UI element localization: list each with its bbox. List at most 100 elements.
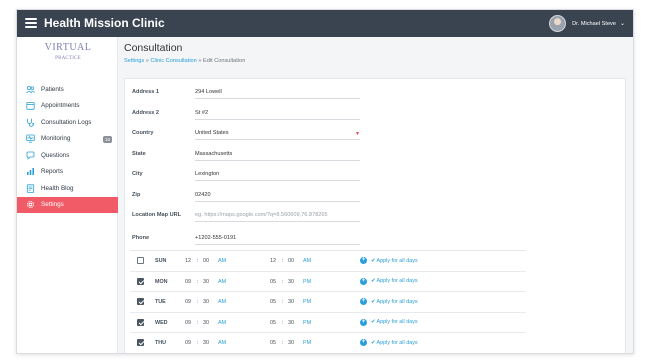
to-hour[interactable]: 05 [270,340,276,346]
day-label: MON [155,278,168,285]
city-field[interactable]: Lexington [195,171,360,181]
to-ampm[interactable]: AM [303,258,311,264]
to-minute[interactable]: 30 [288,279,294,285]
from-hour[interactable]: 09 [185,340,191,346]
apply-all-button[interactable]: + ✔ Apply for all days [360,277,418,285]
apply-all-label: Apply for all days [376,319,418,325]
from-hour[interactable]: 12 [185,258,191,264]
sidebar-item-reports[interactable]: Reports [17,164,118,181]
from-minute[interactable]: 00 [203,258,209,264]
address2-field[interactable]: St #2 [195,110,360,120]
day-checkbox[interactable] [137,257,144,264]
to-ampm[interactable]: PM [303,340,311,346]
breadcrumb-clinic-consultation[interactable]: Clinic Consultation [150,58,196,64]
to-minute[interactable]: 00 [288,258,294,264]
address2-label: Address 2 [132,109,160,116]
chat-icon [26,151,35,160]
to-ampm[interactable]: PM [303,299,311,305]
sidebar-nav: Patients Appointments Consultation Logs … [17,81,118,213]
sidebar-item-label: Monitoring [41,135,71,143]
from-hour[interactable]: 09 [185,279,191,285]
to-ampm[interactable]: PM [303,320,311,326]
address1-row: Address 1 294 Lowell [125,89,425,109]
from-minute[interactable]: 30 [203,320,209,326]
check-icon: ✔ [371,298,376,305]
to-hour[interactable]: 05 [270,279,276,285]
sidebar-item-health-blog[interactable]: Health Blog [17,180,118,197]
from-hour[interactable]: 09 [185,320,191,326]
sidebar-item-patients[interactable]: Patients [17,81,118,98]
from-minute[interactable]: 30 [203,279,209,285]
page-title: Consultation [124,42,183,54]
from-ampm[interactable]: AM [218,279,226,285]
plus-icon: + [360,318,367,326]
sidebar-item-label: Appointments [41,102,80,110]
apply-all-label: Apply for all days [376,257,418,264]
to-hour[interactable]: 05 [270,320,276,326]
time-separator: : [197,258,199,264]
to-ampm[interactable]: PM [303,279,311,285]
city-label: City [132,171,143,177]
apply-all-button[interactable]: + ✔ Apply for all days [360,257,418,264]
schedule-row-wed: WED 09 : 30 AM 05 : 30 PM + ✔ Apply for al… [130,313,526,333]
from-ampm[interactable]: AM [218,320,226,326]
from-hour[interactable]: 09 [185,299,191,305]
from-ampm[interactable]: AM [218,299,226,305]
to-minute[interactable]: 30 [288,320,294,326]
day-checkbox[interactable] [137,298,144,305]
sidebar-item-questions[interactable]: Questions [17,147,118,164]
sidebar-item-label: Patients [41,85,64,93]
day-label: WED [155,319,168,326]
reports-icon [26,167,35,176]
apply-all-button[interactable]: + ✔ Apply for all days [360,298,418,305]
check-icon: ✔ [371,339,376,346]
logo: VIRTUAL PRACTICE [42,43,94,64]
address1-label: Address 1 [132,89,160,95]
zip-label: Zip [132,191,141,198]
day-checkbox[interactable] [137,318,144,326]
breadcrumb-settings[interactable]: Settings [124,58,144,64]
phone-field[interactable]: +1202-555-0191 [195,235,360,245]
sidebar-item-appointments[interactable]: Appointments [17,98,118,115]
breadcrumb: Settings » Clinic Consultation » Edit Co… [124,58,245,64]
to-minute[interactable]: 30 [288,299,294,305]
sidebar-item-monitoring[interactable]: Monitoring 16 [17,131,118,148]
address1-field[interactable]: 294 Lowell [195,89,360,99]
plus-icon: + [360,339,367,346]
to-hour[interactable]: 12 [270,258,276,264]
apply-all-button[interactable]: + ✔ Apply for all days [360,339,418,346]
user-menu[interactable]: Dr. Michael Steve ⌄ [549,14,625,33]
state-field[interactable]: Massachusetts [195,151,360,161]
sidebar-item-settings[interactable]: Settings [17,196,118,213]
sidebar-item-consultation-logs[interactable]: Consultation Logs [17,114,118,131]
apply-all-button[interactable]: + ✔ Apply for all days [360,318,418,326]
from-minute[interactable]: 30 [203,340,209,346]
chevron-down-icon: ⌄ [619,21,625,27]
sidebar-item-label: Questions [41,151,70,159]
status-badge: 16 [102,135,112,143]
day-checkbox[interactable] [137,277,144,285]
state-row: State Massachusetts [125,151,425,171]
from-minute[interactable]: 30 [203,299,209,305]
schedule-row-tue: TUE 09 : 30 AM 05 : 30 PM + ✔ Apply for al… [130,292,526,313]
time-separator: : [282,299,284,305]
plus-icon: + [360,298,367,305]
menu-icon[interactable] [25,18,37,28]
schedule-row-mon: MON 09 : 30 AM 05 : 30 PM + ✔ Apply for al… [130,272,526,292]
country-select[interactable]: United States ▼ [195,130,360,140]
check-icon: ✔ [371,319,376,325]
schedule-row-thu: THU 09 : 30 AM 05 : 30 PM + ✔ Apply for al… [130,333,526,353]
time-separator: : [282,258,284,264]
plus-icon: + [360,277,367,285]
zip-field[interactable]: 02420 [195,192,360,202]
apply-all-label: Apply for all days [376,298,418,305]
time-separator: : [197,299,199,305]
map-url-field[interactable]: eg. https://maps.google.com/?q=8.560609,… [195,212,360,222]
day-checkbox[interactable] [137,339,144,346]
to-hour[interactable]: 05 [270,299,276,305]
to-minute[interactable]: 30 [288,340,294,346]
app-title: Health Mission Clinic [44,16,165,30]
from-ampm[interactable]: AM [218,340,226,346]
phone-label: Phone [132,235,150,241]
from-ampm[interactable]: AM [218,258,226,264]
